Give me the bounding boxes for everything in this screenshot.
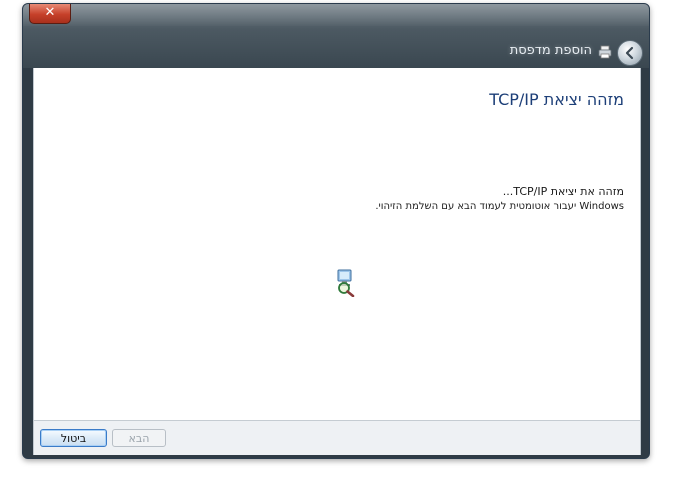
wizard-content: מזהה יציאת TCP/IP מזהה את יציאת TCP/IP..… — [33, 68, 641, 420]
wizard-window: ✕ הוספת מדפסת מזהה יציאת TCP/IP מזהה את … — [22, 3, 650, 459]
cancel-button[interactable]: ביטול — [40, 429, 107, 447]
search-computer-icon — [332, 267, 358, 298]
close-button[interactable]: ✕ — [29, 4, 71, 24]
page-title: מזהה יציאת TCP/IP — [489, 90, 624, 109]
title-bar: ✕ הוספת מדפסת — [23, 4, 649, 68]
back-arrow-icon — [625, 46, 634, 60]
button-bar: ביטול הבא — [33, 420, 641, 455]
status-text: מזהה את יציאת TCP/IP... — [502, 185, 624, 198]
back-button[interactable] — [617, 40, 643, 66]
status-subtext: Windows יעבור אוטומטית לעמוד הבא עם השלמ… — [375, 201, 624, 212]
printer-icon — [598, 45, 612, 59]
window-title: הוספת מדפסת — [509, 43, 592, 58]
close-icon: ✕ — [44, 5, 56, 20]
next-button: הבא — [112, 429, 166, 447]
